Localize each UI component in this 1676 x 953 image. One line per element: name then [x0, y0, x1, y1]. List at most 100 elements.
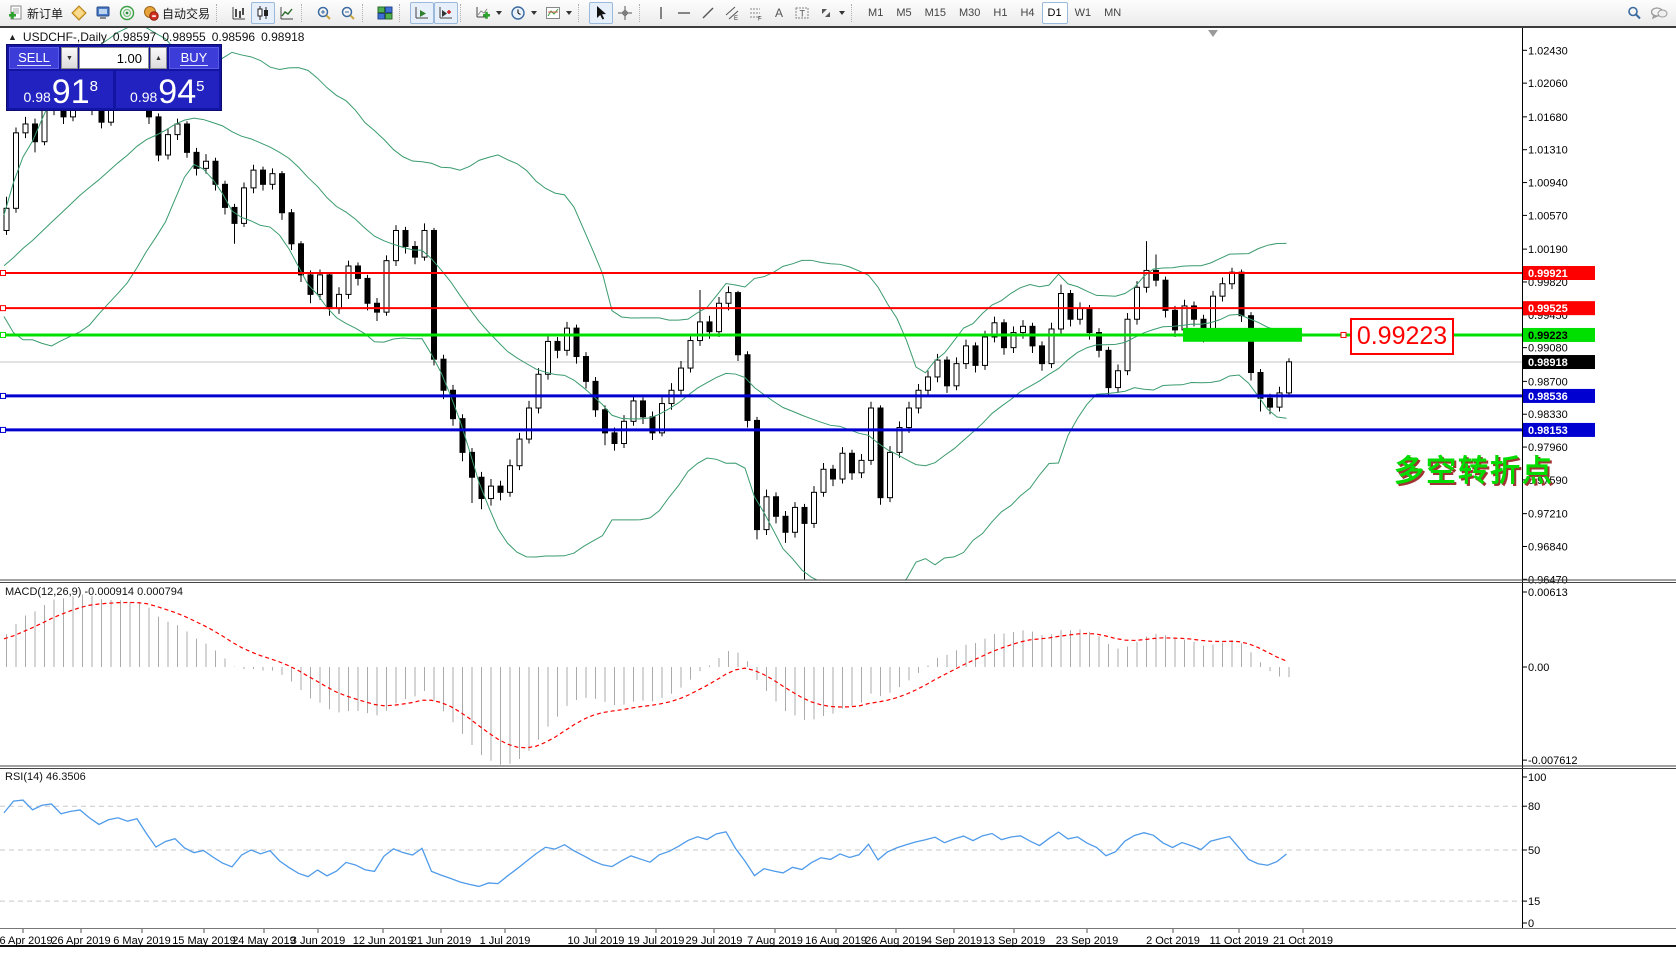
zoom-in-button[interactable]	[312, 2, 336, 24]
channel-button[interactable]: E	[720, 2, 744, 24]
toolbar-separator	[362, 4, 369, 22]
buy-button[interactable]: BUY	[169, 47, 219, 69]
volume-up-button[interactable]: ▲	[150, 47, 167, 69]
timeframe-button-H1[interactable]: H1	[987, 2, 1013, 24]
timeframe-button-M1[interactable]: M1	[862, 2, 889, 24]
sell-button[interactable]: SELL	[9, 47, 59, 69]
line-chart-button[interactable]	[275, 2, 299, 24]
new-order-button[interactable]: 新订单	[4, 2, 67, 24]
toolbar-separator	[639, 4, 646, 22]
buy-price[interactable]: 0.98 94 5	[115, 71, 219, 109]
date-label: 16 Aug 2019	[805, 935, 867, 947]
candle-body	[1067, 293, 1074, 320]
candlestick-chart-button[interactable]	[251, 2, 276, 24]
candle-body	[1248, 315, 1254, 374]
candle-body	[1162, 279, 1169, 311]
toolbar-separator	[851, 4, 858, 22]
macd-name: MACD(12,26,9)	[5, 586, 82, 598]
metaeditor-button[interactable]	[67, 2, 91, 24]
chat-button[interactable]	[1646, 2, 1672, 24]
axis-tick-label: 1.02430	[1528, 45, 1568, 57]
candle-body	[1105, 349, 1112, 389]
clock-icon	[511, 6, 525, 20]
date-label: 7 Aug 2019	[747, 935, 803, 947]
candle-body	[165, 134, 171, 156]
candle-body	[792, 506, 798, 533]
candle-body	[773, 496, 779, 517]
annotation-text[interactable]: 多空转折点	[1394, 446, 1554, 490]
sell-price-pip: 8	[89, 78, 98, 95]
hline-handle	[0, 392, 6, 399]
candle-body	[849, 452, 855, 474]
timeframe-button-MN[interactable]: MN	[1098, 2, 1127, 24]
text-label-button[interactable]: T	[790, 2, 814, 24]
arrows-button[interactable]	[814, 2, 849, 24]
crosshair-button[interactable]	[613, 2, 637, 24]
timeframe-button-M15[interactable]: M15	[919, 2, 952, 24]
horizontal-line-button[interactable]	[672, 2, 696, 24]
candle-body	[630, 400, 637, 422]
volume-stepper: ▼ 1.00 ▲	[61, 47, 167, 69]
terminal-icon	[96, 6, 110, 19]
candle-body	[1058, 293, 1064, 330]
date-label: 21 Jun 2019	[411, 935, 472, 947]
candle-body	[497, 485, 504, 493]
fibonacci-button[interactable]: F	[744, 2, 768, 24]
crosshair-icon	[618, 6, 633, 20]
highlight-rect	[1183, 327, 1302, 342]
price-callout-label[interactable]: 0.99223	[1350, 318, 1454, 355]
zoom-out-button[interactable]	[336, 2, 360, 24]
search-icon	[1628, 6, 1641, 20]
ohlc-high: 0.98955	[162, 30, 206, 44]
collapse-panel-icon[interactable]: ▲	[8, 32, 17, 42]
indicators-button[interactable]	[471, 2, 506, 24]
symbol-title: USDCHF-,Daily	[22, 30, 107, 44]
candle-body	[906, 407, 912, 429]
arrows-icon	[822, 9, 831, 17]
price-tag-label: 0.98153	[1528, 425, 1568, 437]
cursor-button[interactable]	[589, 2, 614, 24]
axis-tick-label: 0.98330	[1528, 409, 1568, 421]
bar-chart-button[interactable]	[227, 2, 251, 24]
signals-button[interactable]	[115, 2, 139, 24]
candle-body	[706, 321, 713, 333]
toolbar-separator	[399, 4, 406, 22]
trendline-button[interactable]	[696, 2, 720, 24]
chart-shift-button[interactable]	[434, 2, 459, 24]
search-button[interactable]	[1622, 2, 1646, 24]
volume-down-button[interactable]: ▼	[61, 47, 78, 69]
templates-button[interactable]	[541, 2, 576, 24]
horizontal-line-icon	[678, 12, 691, 14]
timeframe-button-H4[interactable]: H4	[1014, 2, 1040, 24]
candle-body	[564, 327, 570, 351]
candle-body	[782, 515, 789, 533]
timeframe-button-M30[interactable]: M30	[953, 2, 986, 24]
candle-body	[1219, 283, 1226, 297]
candle-body	[1115, 370, 1121, 389]
chart-shift-icon	[439, 7, 453, 19]
volume-field[interactable]: 1.00	[79, 47, 149, 69]
autoscroll-button[interactable]	[410, 2, 435, 24]
terminal-button[interactable]	[91, 2, 115, 24]
timeframe-button-W1[interactable]: W1	[1069, 2, 1098, 24]
chevron-down-icon	[566, 11, 573, 15]
text-button[interactable]: A	[768, 2, 790, 24]
candle-body	[174, 123, 181, 136]
timeframe-button-D1[interactable]: D1	[1041, 2, 1068, 24]
new-order-icon	[9, 5, 22, 20]
diamond-icon	[71, 5, 87, 21]
tile-windows-button[interactable]	[373, 2, 397, 24]
timeframe-button-M5[interactable]: M5	[890, 2, 917, 24]
candle-body	[231, 206, 238, 224]
candle-body	[260, 169, 266, 185]
toolbar-separator	[301, 4, 308, 22]
date-label: 2 Oct 2019	[1146, 935, 1200, 947]
main-price-panel	[0, 28, 1522, 580]
periods-button[interactable]	[506, 2, 541, 24]
timeframe-group: M1 M5 M15 M30 H1 H4 D1 W1 MN	[862, 2, 1127, 24]
vertical-line-button[interactable]	[650, 2, 672, 24]
signal-icon	[119, 5, 135, 21]
autotrading-button[interactable]: 自动交易	[139, 2, 214, 24]
sell-price[interactable]: 0.98 91 8	[9, 71, 113, 109]
candle-body	[621, 420, 627, 445]
